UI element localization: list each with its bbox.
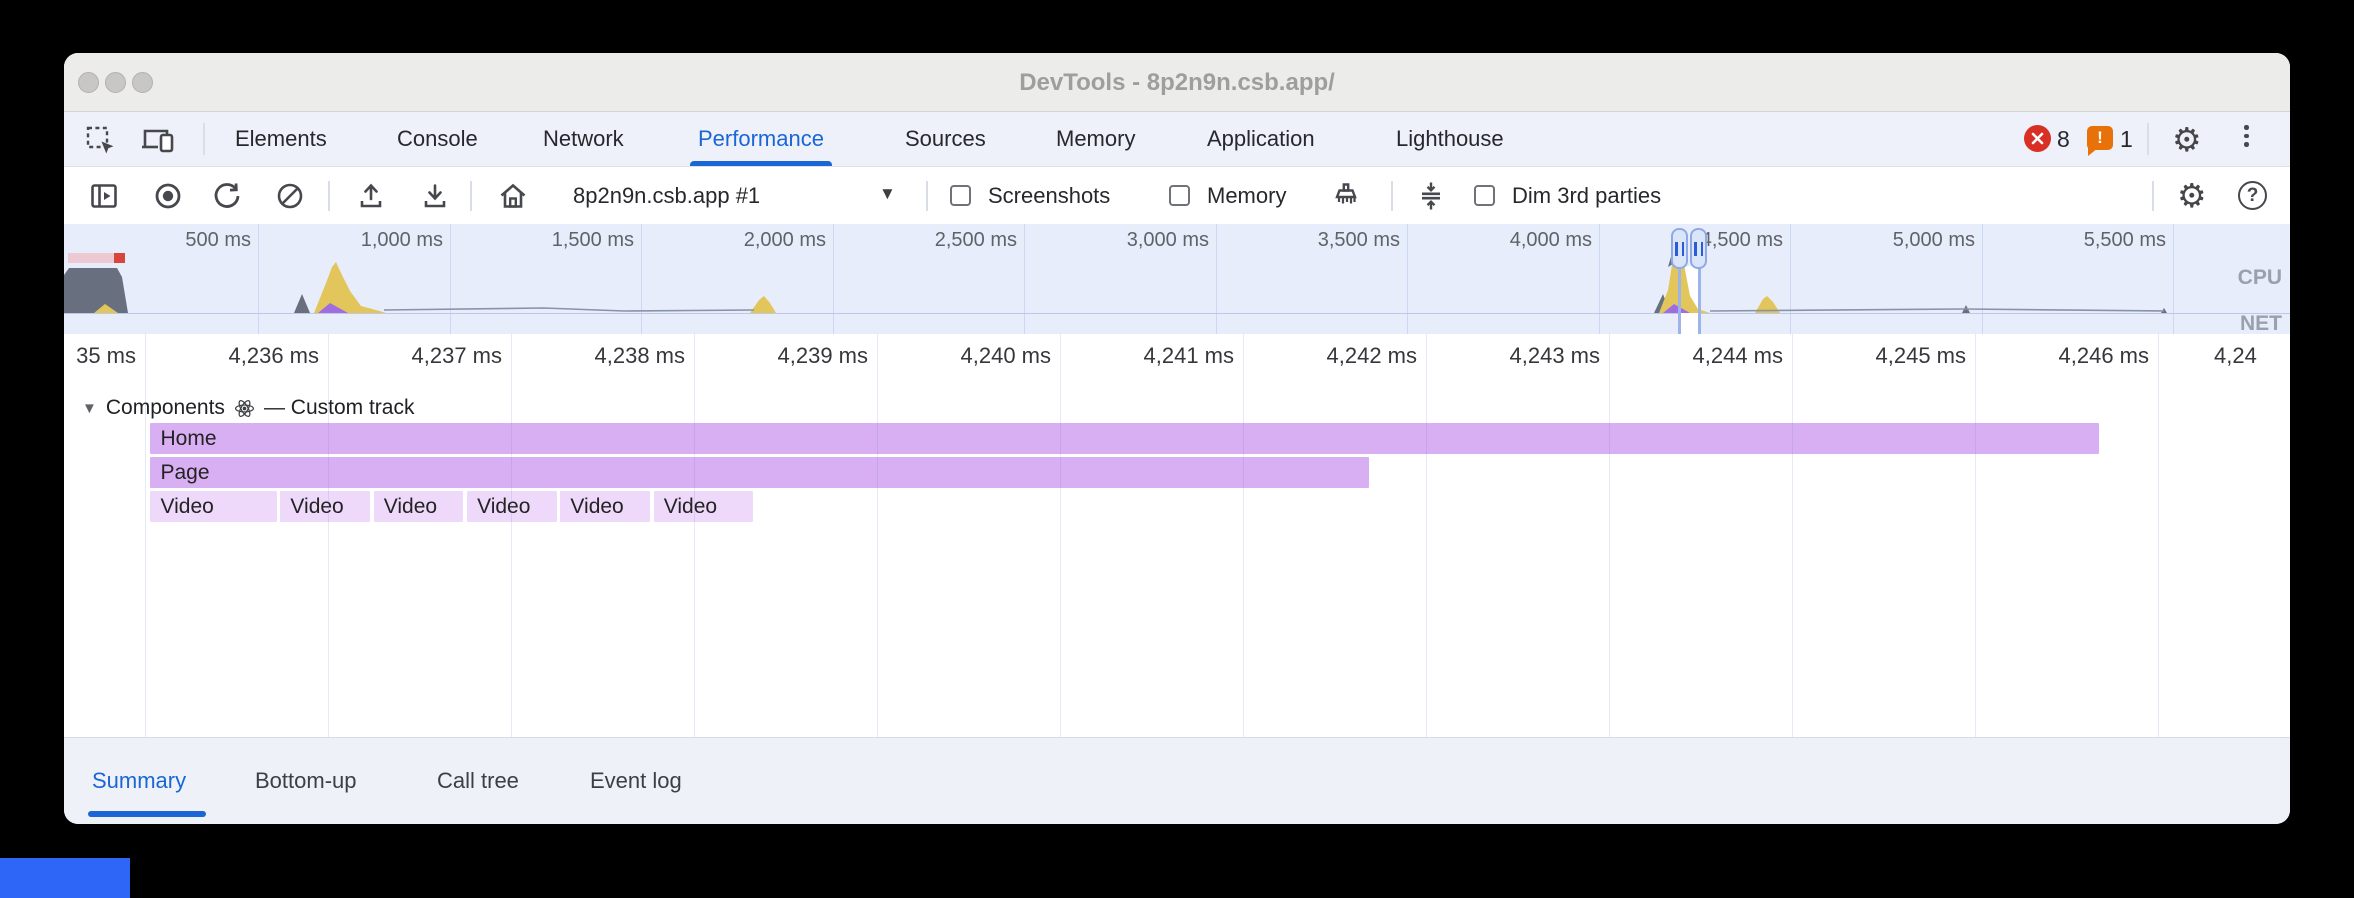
track-bar-video[interactable]: Video <box>467 491 557 522</box>
screenshots-label[interactable]: Screenshots <box>988 167 1110 224</box>
ruler-tick-label: 4,243 ms <box>1440 343 1600 369</box>
track-title-suffix: — Custom track <box>264 396 415 420</box>
window-title: DevTools - 8p2n9n.csb.app/ <box>64 53 2290 112</box>
performance-toolbar: 8p2n9n.csb.app #1 ▼ Screenshots Memory D… <box>64 167 2290 224</box>
track-bar-video[interactable]: Video <box>560 491 650 522</box>
track-bar-video[interactable]: Video <box>374 491 464 522</box>
selection-right-edge[interactable] <box>1698 268 1701 334</box>
tab-performance[interactable]: Performance <box>698 112 824 166</box>
warning-badge-icon[interactable]: ! <box>2087 126 2113 150</box>
divider <box>926 181 928 211</box>
divider <box>1391 181 1393 211</box>
ruler-tick-label: 4,238 ms <box>525 343 685 369</box>
timeline-overview[interactable]: 500 ms1,000 ms1,500 ms2,000 ms2,500 ms3,… <box>64 224 2290 334</box>
more-options-kebab-icon[interactable] <box>2244 125 2249 147</box>
capture-settings-gear-icon[interactable]: ⚙ <box>2177 179 2207 212</box>
active-tab-underline <box>88 811 206 817</box>
ruler-tick-label: 4,242 ms <box>1257 343 1417 369</box>
cpu-lane-label: CPU <box>2238 266 2282 290</box>
titlebar: DevTools - 8p2n9n.csb.app/ <box>64 53 2290 112</box>
divider <box>203 123 205 155</box>
ruler-tick-label: 35 ms <box>64 343 136 369</box>
error-badge-icon[interactable] <box>2024 125 2051 152</box>
garbage-collect-brush-icon[interactable] <box>1330 180 1362 212</box>
record-and-reload-icon[interactable] <box>211 180 243 212</box>
track-bar-video[interactable]: Video <box>150 491 276 522</box>
tab-call-tree[interactable]: Call tree <box>437 768 519 794</box>
divider <box>2152 181 2154 211</box>
ruler-tick-label: 4,245 ms <box>1806 343 1966 369</box>
ruler-tick-label: 4,237 ms <box>342 343 502 369</box>
divider <box>2147 123 2149 155</box>
background-window-fragment <box>0 858 130 898</box>
tab-application[interactable]: Application <box>1207 112 1315 166</box>
upload-profile-icon[interactable] <box>355 180 387 212</box>
download-profile-icon[interactable] <box>419 180 451 212</box>
flame-chart-pane[interactable]: ▼ Components — Custom track HomePageVide… <box>64 380 2290 737</box>
divider <box>470 181 472 211</box>
record-icon[interactable] <box>152 180 184 212</box>
settings-gear-icon[interactable]: ⚙ <box>2172 123 2202 156</box>
chevron-down-icon[interactable]: ▼ <box>879 184 896 204</box>
clear-icon[interactable] <box>274 180 306 212</box>
expand-caret-icon[interactable]: ▼ <box>82 400 97 417</box>
custom-track-header[interactable]: ▼ Components — Custom track <box>82 394 414 422</box>
devtools-window: DevTools - 8p2n9n.csb.app/ Elements Cons… <box>64 53 2290 824</box>
tab-network[interactable]: Network <box>543 112 624 166</box>
tab-event-log[interactable]: Event log <box>590 768 682 794</box>
cpu-activity-chart <box>64 224 2290 334</box>
device-toolbar-icon[interactable] <box>140 124 176 156</box>
tab-console[interactable]: Console <box>397 112 478 166</box>
tab-elements[interactable]: Elements <box>235 112 327 166</box>
tab-bottom-up[interactable]: Bottom-up <box>255 768 357 794</box>
ruler-tick-label: 4,244 ms <box>1623 343 1783 369</box>
time-ruler: 35 ms 4,236 ms 4,237 ms 4,238 ms 4,239 ms 4,2… <box>64 334 2290 380</box>
tab-summary[interactable]: Summary <box>92 768 186 794</box>
track-bar-home[interactable]: Home <box>150 423 2099 454</box>
ruler-tick-label: 4,24 <box>2214 343 2290 369</box>
bottom-tabbar: Summary Bottom-up Call tree Event log <box>64 737 2290 824</box>
memory-label[interactable]: Memory <box>1207 167 1286 224</box>
help-icon[interactable]: ? <box>2238 181 2267 210</box>
dim-3rd-parties-label[interactable]: Dim 3rd parties <box>1512 167 1661 224</box>
collapse-shortcuts-icon[interactable] <box>1415 180 1447 212</box>
memory-checkbox[interactable] <box>1169 185 1190 206</box>
divider <box>328 181 330 211</box>
dim-3rd-parties-checkbox[interactable] <box>1474 185 1495 206</box>
tab-sources[interactable]: Sources <box>905 112 986 166</box>
warning-count: 1 <box>2120 126 2133 153</box>
selection-right-handle[interactable] <box>1690 228 1707 269</box>
track-bar-page[interactable]: Page <box>150 457 1369 488</box>
history-selector[interactable]: 8p2n9n.csb.app #1 <box>573 167 760 224</box>
track-title: Components <box>106 396 225 420</box>
ruler-tick-label: 4,246 ms <box>1989 343 2149 369</box>
toggle-sidebar-panel-icon[interactable] <box>88 180 120 212</box>
selection-left-handle[interactable] <box>1671 228 1688 269</box>
ruler-tick-label: 4,236 ms <box>159 343 319 369</box>
tab-lighthouse[interactable]: Lighthouse <box>1396 112 1504 166</box>
home-icon[interactable] <box>497 180 529 212</box>
inspect-element-icon[interactable] <box>84 124 116 156</box>
screenshots-checkbox[interactable] <box>950 185 971 206</box>
track-bar-video[interactable]: Video <box>280 491 370 522</box>
net-lane-label: NET <box>2240 312 2282 334</box>
react-atom-icon <box>234 398 255 419</box>
track-bar-video[interactable]: Video <box>654 491 753 522</box>
ruler-tick-label: 4,240 ms <box>891 343 1051 369</box>
ruler-tick-label: 4,241 ms <box>1074 343 1234 369</box>
ruler-tick-label: 4,239 ms <box>708 343 868 369</box>
error-count: 8 <box>2057 126 2070 153</box>
tab-memory[interactable]: Memory <box>1056 112 1135 166</box>
selection-left-edge[interactable] <box>1678 268 1681 334</box>
devtools-tabbar: Elements Console Network Performance Sou… <box>64 112 2290 167</box>
